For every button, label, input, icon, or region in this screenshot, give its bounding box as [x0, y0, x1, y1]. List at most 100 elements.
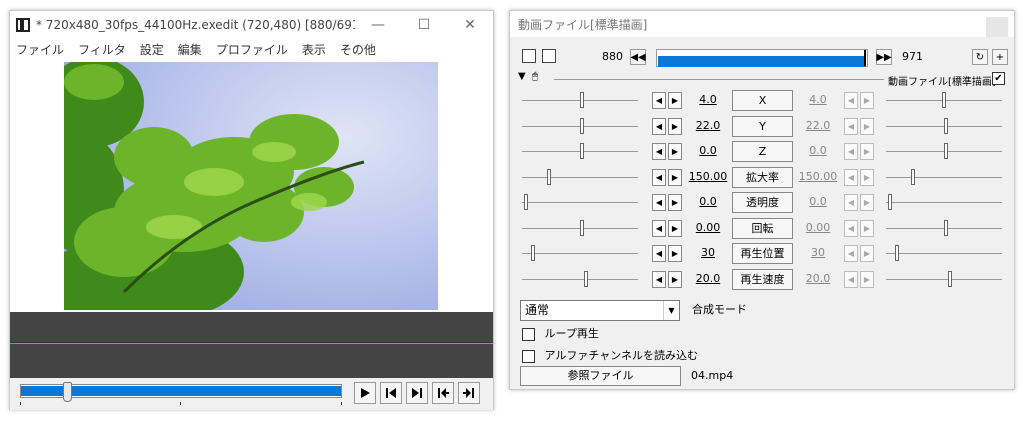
maximize-button[interactable]: ☐ [401, 17, 447, 33]
param-slider-left[interactable] [522, 202, 638, 203]
param-value-left[interactable]: 0.0 [688, 144, 728, 157]
close-button[interactable]: ✕ [447, 17, 493, 33]
arrow-left-icon[interactable]: ◀ [652, 143, 666, 160]
param-value-left[interactable]: 22.0 [688, 119, 728, 132]
param-slider-right-thumb[interactable] [888, 194, 893, 210]
param-slider-right-thumb[interactable] [910, 168, 915, 185]
blend-mode-select[interactable]: 通常 ▼ [520, 300, 680, 321]
param-slider-left-thumb[interactable] [546, 168, 551, 185]
prev-frame-button[interactable] [380, 382, 402, 404]
param-slider-left[interactable] [522, 253, 638, 254]
param-value-right[interactable]: 0.0 [798, 195, 838, 208]
arrow-left-icon[interactable]: ◀ [652, 270, 666, 288]
seek-bar[interactable] [20, 382, 342, 402]
object-image-icon[interactable] [542, 49, 556, 63]
reference-file-button[interactable]: 参照ファイル [520, 366, 681, 386]
arrow-left-icon[interactable]: ◀ [844, 270, 858, 288]
arrow-left-icon[interactable]: ◀ [652, 168, 666, 186]
arrow-left-icon[interactable]: ◀ [844, 92, 858, 109]
arrow-left-icon[interactable]: ◀ [844, 117, 858, 135]
menu-settings[interactable]: 設定 [140, 41, 164, 58]
param-label-button[interactable]: 再生速度 [732, 268, 793, 290]
param-slider-left-thumb[interactable] [580, 117, 585, 134]
arrow-right-icon[interactable]: ▶ [860, 194, 874, 211]
param-arrows-right[interactable]: ◀ ▶ [844, 219, 874, 237]
add-filter-button[interactable]: + [992, 49, 1008, 65]
param-value-right[interactable]: 4.0 [798, 93, 838, 106]
param-label-button[interactable]: 再生位置 [732, 243, 793, 264]
param-slider-right[interactable] [886, 278, 1002, 280]
param-value-right[interactable]: 22.0 [798, 119, 838, 132]
param-arrows-left[interactable]: ◀ ▶ [652, 168, 682, 186]
param-arrows-right[interactable]: ◀ ▶ [844, 270, 874, 288]
arrow-left-icon[interactable]: ◀ [652, 219, 666, 237]
param-slider-right-thumb[interactable] [944, 143, 949, 159]
arrow-right-icon[interactable]: ▶ [668, 143, 682, 160]
arrow-right-icon[interactable]: ▶ [860, 219, 874, 237]
param-value-right[interactable]: 30 [798, 246, 838, 259]
arrow-left-icon[interactable]: ◀ [652, 245, 666, 262]
param-slider-right-thumb[interactable] [944, 219, 949, 236]
next-keyframe-button[interactable]: ▶▶ [876, 49, 892, 65]
frame-range-track[interactable] [656, 49, 868, 67]
arrow-right-icon[interactable]: ▶ [668, 117, 682, 135]
arrow-right-icon[interactable]: ▶ [668, 245, 682, 262]
go-end-button[interactable] [458, 382, 480, 404]
arrow-left-icon[interactable]: ◀ [844, 194, 858, 211]
play-button[interactable] [354, 382, 376, 404]
param-label-button[interactable]: 回転 [732, 217, 793, 239]
arrow-right-icon[interactable]: ▶ [668, 194, 682, 211]
param-label-button[interactable]: 透明度 [732, 192, 793, 213]
param-slider-right-thumb[interactable] [947, 270, 952, 287]
preview-viewport[interactable] [10, 61, 493, 322]
loop-option[interactable]: ループ再生 [522, 325, 599, 341]
param-arrows-left[interactable]: ◀ ▶ [652, 245, 682, 262]
loop-checkbox[interactable] [522, 327, 535, 341]
arrow-right-icon[interactable]: ▶ [860, 117, 874, 135]
param-arrows-right[interactable]: ◀ ▶ [844, 168, 874, 186]
alpha-checkbox[interactable] [522, 349, 535, 363]
param-slider-right-thumb[interactable] [942, 92, 946, 108]
param-arrows-left[interactable]: ◀ ▶ [652, 143, 682, 160]
menu-file[interactable]: ファイル [16, 41, 64, 58]
arrow-right-icon[interactable]: ▶ [668, 270, 682, 288]
arrow-left-icon[interactable]: ◀ [844, 219, 858, 237]
param-slider-right[interactable] [886, 202, 1002, 203]
arrow-left-icon[interactable]: ◀ [844, 168, 858, 186]
param-arrows-left[interactable]: ◀ ▶ [652, 219, 682, 237]
menu-edit[interactable]: 編集 [178, 41, 202, 58]
menu-filter[interactable]: フィルタ [78, 41, 126, 58]
param-value-right[interactable]: 0.0 [798, 144, 838, 157]
param-arrows-right[interactable]: ◀ ▶ [844, 92, 874, 109]
timeline-strip[interactable] [10, 312, 493, 378]
minimize-button[interactable]: — [355, 17, 401, 33]
param-slider-right-thumb[interactable] [894, 245, 899, 261]
title-bar[interactable]: * 720x480_30fps_44100Hz.exedit (720,480)… [10, 11, 493, 39]
arrow-right-icon[interactable]: ▶ [860, 168, 874, 186]
param-arrows-left[interactable]: ◀ ▶ [652, 194, 682, 211]
param-value-right[interactable]: 0.00 [798, 221, 838, 234]
arrow-right-icon[interactable]: ▶ [860, 143, 874, 160]
param-slider-right-thumb[interactable] [944, 117, 949, 134]
param-slider-left-thumb[interactable] [530, 245, 535, 261]
param-slider-left-thumb[interactable] [580, 219, 585, 236]
arrow-left-icon[interactable]: ◀ [844, 245, 858, 262]
param-value-left[interactable]: 20.0 [688, 272, 728, 285]
param-value-right[interactable]: 150.00 [798, 170, 838, 183]
arrow-left-icon[interactable]: ◀ [844, 143, 858, 160]
seek-thumb[interactable] [62, 382, 72, 402]
param-value-left[interactable]: 150.00 [688, 170, 728, 183]
param-value-left[interactable]: 0.0 [688, 195, 728, 208]
next-frame-button[interactable] [406, 382, 428, 404]
param-arrows-right[interactable]: ◀ ▶ [844, 245, 874, 262]
menu-other[interactable]: その他 [340, 41, 376, 58]
param-arrows-right[interactable]: ◀ ▶ [844, 117, 874, 135]
param-value-right[interactable]: 20.0 [798, 272, 838, 285]
layer-enable-checkbox[interactable]: ✔ [992, 72, 1005, 85]
param-slider-left-thumb[interactable] [524, 194, 529, 210]
menu-profile[interactable]: プロファイル [216, 41, 288, 58]
arrow-left-icon[interactable]: ◀ [652, 194, 666, 211]
param-slider-left-thumb[interactable] [583, 270, 588, 287]
arrow-right-icon[interactable]: ▶ [668, 219, 682, 237]
arrow-right-icon[interactable]: ▶ [860, 270, 874, 288]
